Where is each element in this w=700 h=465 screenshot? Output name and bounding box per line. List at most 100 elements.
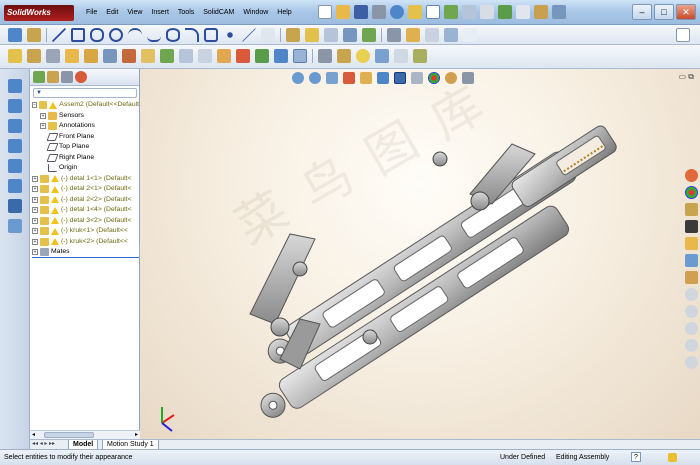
show-hidden-icon[interactable] (103, 49, 117, 63)
exploded-view-icon[interactable] (198, 49, 212, 63)
view-palette-icon[interactable] (684, 237, 698, 250)
minimize-button[interactable]: – (632, 4, 652, 20)
task-pane-tab-icon[interactable] (684, 305, 698, 318)
task-pane-tab-icon[interactable] (684, 339, 698, 352)
edit-component-icon[interactable] (8, 49, 22, 63)
reference-geometry-icon[interactable] (141, 49, 155, 63)
tree-root-assembly[interactable]: − Assem2 (Default<<Default (32, 100, 139, 111)
property-manager-tab-icon[interactable] (47, 71, 59, 83)
design-library-icon[interactable] (684, 186, 698, 199)
circle-icon[interactable] (109, 28, 123, 42)
line-icon[interactable] (52, 28, 66, 42)
explode-line-sketch-icon[interactable] (217, 49, 231, 63)
display-relations-icon[interactable] (387, 28, 401, 42)
tab-nav-arrows[interactable]: ◂◂ ◂ ▸ ▸▸ (32, 440, 55, 447)
tree-item-mates[interactable]: + Mates (32, 247, 139, 258)
rapid-sketch-icon[interactable] (463, 28, 477, 42)
appearance-icon[interactable] (356, 49, 370, 63)
tree-item-part[interactable]: + (-) kruk<2> (Default<< (32, 237, 139, 248)
info-icon[interactable] (516, 5, 530, 19)
solidworks-logo[interactable]: SolidWorks (4, 5, 74, 21)
hole-alignment-icon[interactable] (274, 49, 288, 63)
fillet-icon[interactable] (185, 28, 199, 42)
pattern-icon[interactable] (343, 28, 357, 42)
checkmark-icon[interactable] (498, 5, 512, 19)
quick-snaps-icon[interactable] (425, 28, 439, 42)
menu-solidcam[interactable]: SolidCAM (203, 9, 234, 16)
select-icon[interactable] (426, 5, 440, 19)
tree-item-part[interactable]: + (-) detal 2<1> (Default< (32, 184, 139, 195)
tree-item-sensors[interactable]: + Sensors (32, 111, 139, 122)
isometric-view-icon[interactable] (8, 199, 22, 213)
mirror-icon[interactable] (324, 28, 338, 42)
spline-icon[interactable] (147, 28, 161, 42)
measure-icon[interactable] (534, 5, 548, 19)
scroll-thumb[interactable] (44, 432, 94, 438)
menu-window[interactable]: Window (243, 9, 268, 16)
insert-component-icon[interactable] (27, 49, 41, 63)
assembly-model[interactable] (140, 69, 700, 449)
task-pane-tab-icon[interactable] (684, 322, 698, 335)
search-icon[interactable] (684, 220, 698, 233)
close-button[interactable]: ✕ (676, 4, 696, 20)
mate-icon[interactable] (46, 49, 60, 63)
tree-item-part[interactable]: + (-) kruk<1> (Default<< (32, 226, 139, 237)
tree-scrollbar[interactable]: ◂ ▸ (30, 430, 140, 439)
ellipse-icon[interactable] (166, 28, 180, 42)
tree-item-origin[interactable]: Origin (32, 163, 139, 174)
sketch-picture-icon[interactable] (444, 28, 458, 42)
move-component-icon[interactable] (84, 49, 98, 63)
save-icon[interactable] (354, 5, 368, 19)
rectangle-icon[interactable] (71, 28, 85, 42)
assembly-features-icon[interactable] (122, 49, 136, 63)
point-icon[interactable] (223, 28, 237, 42)
open-icon[interactable] (336, 5, 350, 19)
repair-sketch-icon[interactable] (406, 28, 420, 42)
smart-fasteners-icon[interactable] (318, 49, 332, 63)
new-motion-study-icon[interactable] (160, 49, 174, 63)
appearances-icon[interactable] (684, 254, 698, 267)
bottom-view-icon[interactable] (8, 179, 22, 193)
component-pattern-icon[interactable] (65, 49, 79, 63)
tree-item-part[interactable]: + (-) detal 2<2> (Default< (32, 195, 139, 206)
tree-item-right-plane[interactable]: Right Plane (32, 153, 139, 164)
configuration-manager-tab-icon[interactable] (61, 71, 73, 83)
options-icon[interactable] (444, 5, 458, 19)
scroll-left-arrow-icon[interactable]: ◂ (32, 431, 35, 438)
menu-tools[interactable]: Tools (178, 9, 194, 16)
file-explorer-icon[interactable] (684, 203, 698, 216)
simulation-icon[interactable] (413, 49, 427, 63)
tree-item-front-plane[interactable]: Front Plane (32, 132, 139, 143)
tree-item-part[interactable]: + (-) detal 3<2> (Default< (32, 216, 139, 227)
tree-item-annotations[interactable]: + Annotations (32, 121, 139, 132)
task-pane-tab-icon[interactable] (684, 356, 698, 369)
tree-item-top-plane[interactable]: Top Plane (32, 142, 139, 153)
layers-icon[interactable] (552, 5, 566, 19)
task-pane-tab-icon[interactable] (684, 288, 698, 301)
offset-icon[interactable] (305, 28, 319, 42)
sketch-icon[interactable] (8, 28, 22, 42)
view-orientation-icon[interactable] (375, 49, 389, 63)
new-document-icon[interactable] (318, 5, 332, 19)
menu-view[interactable]: View (127, 9, 142, 16)
print-icon[interactable] (372, 5, 386, 19)
properties-icon[interactable] (480, 5, 494, 19)
instant3d-icon[interactable] (293, 49, 307, 63)
centerline-icon[interactable] (242, 28, 256, 42)
menu-edit[interactable]: Edit (106, 9, 118, 16)
left-view-icon[interactable] (8, 119, 22, 133)
right-view-icon[interactable] (8, 139, 22, 153)
help-button[interactable]: ? (631, 452, 641, 462)
spell-check-icon[interactable] (676, 28, 690, 42)
clearance-icon[interactable] (255, 49, 269, 63)
grid-icon[interactable] (462, 5, 476, 19)
bill-of-materials-icon[interactable] (179, 49, 193, 63)
feature-manager-tab-icon[interactable] (33, 71, 45, 83)
hidden-lines-icon[interactable] (394, 49, 408, 63)
top-view-icon[interactable] (8, 159, 22, 173)
menu-file[interactable]: File (86, 9, 97, 16)
menu-insert[interactable]: Insert (151, 9, 169, 16)
rebuild-status-icon[interactable] (668, 453, 677, 462)
maximize-button[interactable]: □ (654, 4, 674, 20)
interference-detection-icon[interactable] (236, 49, 250, 63)
